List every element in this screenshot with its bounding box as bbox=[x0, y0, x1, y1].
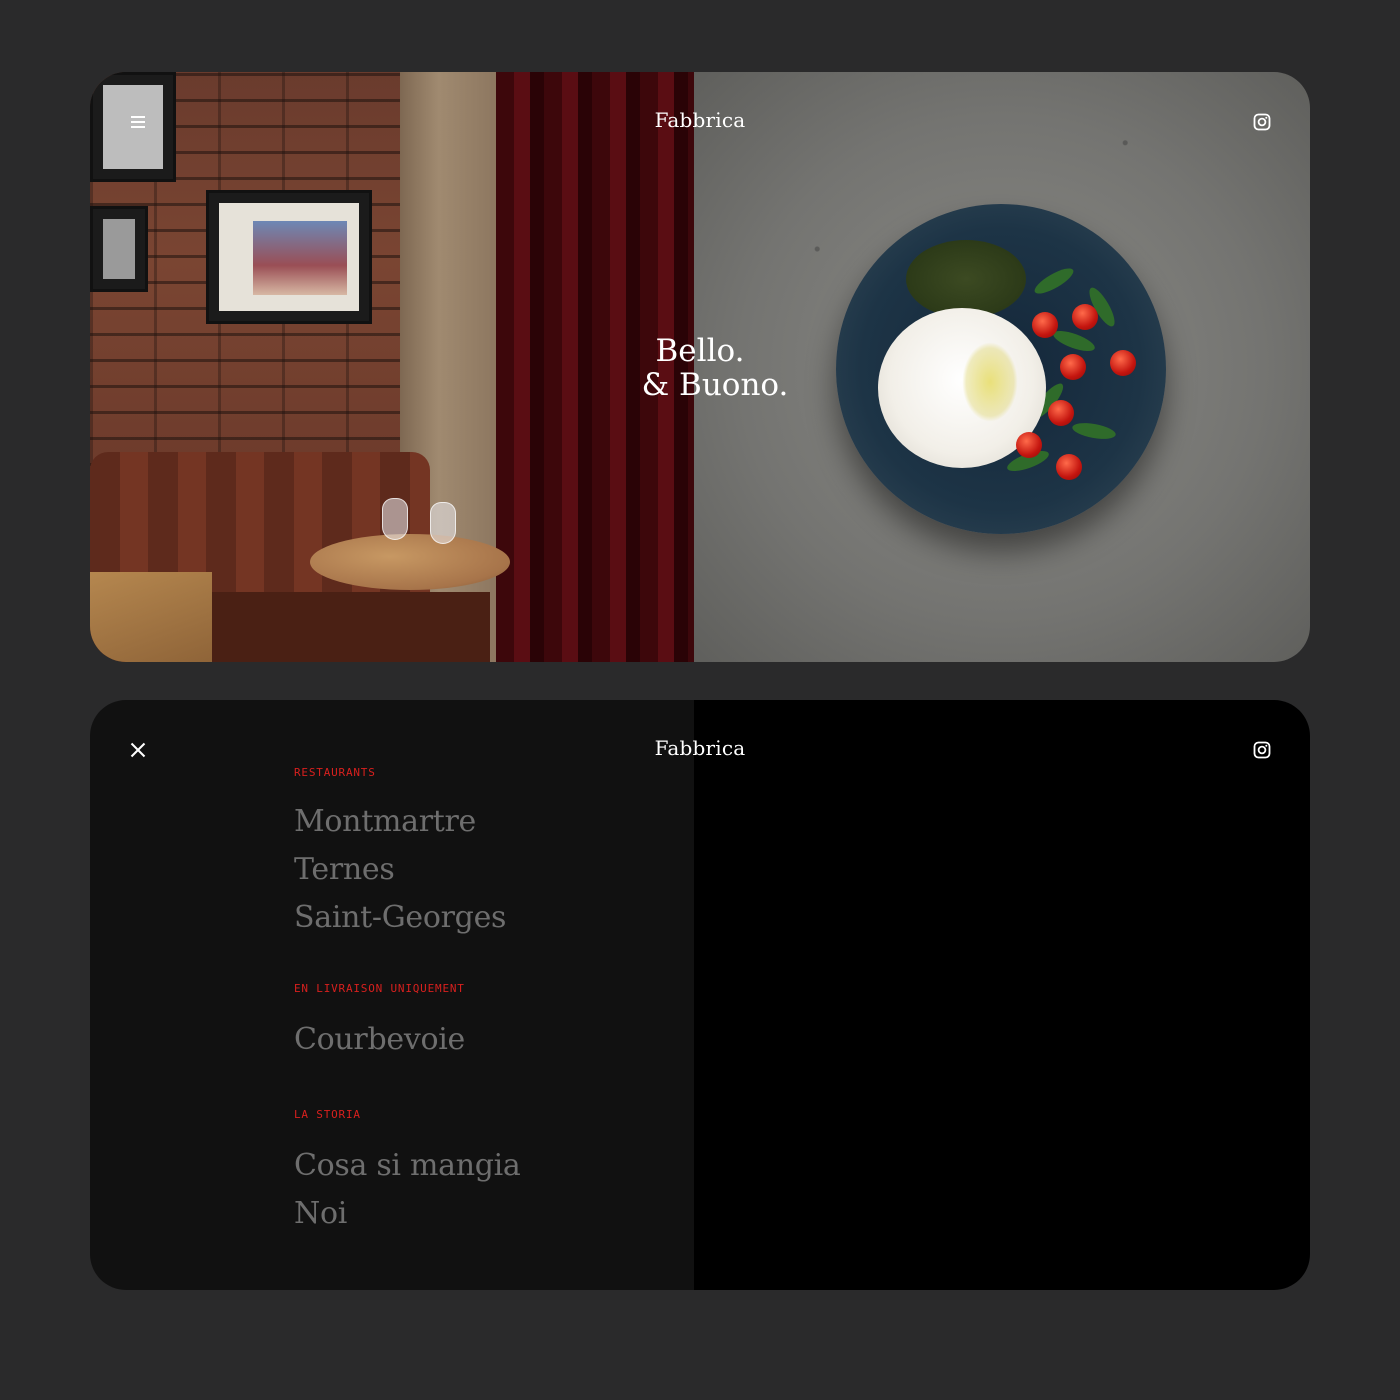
section-label: EN LIVRAISON UNIQUEMENT bbox=[294, 982, 465, 995]
menu-link-ternes[interactable]: Ternes bbox=[294, 846, 694, 894]
menu-link-courbevoie[interactable]: Courbevoie bbox=[294, 1016, 694, 1064]
brand-logo[interactable]: Fabbrica bbox=[90, 108, 1310, 132]
plate bbox=[836, 204, 1166, 534]
arugula-leaf bbox=[1071, 420, 1117, 442]
menu-preview-panel bbox=[694, 700, 1310, 1290]
cherry-tomato bbox=[1056, 454, 1082, 480]
section-label: RESTAURANTS bbox=[294, 766, 376, 779]
cherry-tomato bbox=[1110, 350, 1136, 376]
section-label: LA STORIA bbox=[294, 1108, 361, 1121]
menu-section-delivery: EN LIVRAISON UNIQUEMENT Courbevoie bbox=[294, 982, 694, 1064]
menu-panel: RESTAURANTS Montmartre Ternes Saint-Geor… bbox=[90, 700, 694, 1290]
hero-tagline: Bello. & Buono. bbox=[590, 334, 810, 402]
cherry-tomato bbox=[1016, 432, 1042, 458]
navigation-menu: RESTAURANTS Montmartre Ternes Saint-Geor… bbox=[294, 766, 694, 1238]
cherry-tomato bbox=[1060, 354, 1086, 380]
menu-link-noi[interactable]: Noi bbox=[294, 1190, 694, 1238]
wine-glass bbox=[430, 502, 456, 544]
wine-glass bbox=[382, 498, 408, 540]
tagline-line-1: Bello. bbox=[655, 333, 745, 369]
menu-link-cosa-si-mangia[interactable]: Cosa si mangia bbox=[294, 1142, 694, 1190]
cherry-tomato bbox=[1072, 304, 1098, 330]
hero-screen: Fabbrica Bello. & Buono. bbox=[90, 72, 1310, 662]
instagram-icon[interactable] bbox=[1252, 740, 1272, 760]
menu-link-saint-georges[interactable]: Saint-Georges bbox=[294, 894, 694, 942]
menu-link-montmartre[interactable]: Montmartre bbox=[294, 798, 694, 846]
arugula-leaf bbox=[1031, 263, 1077, 299]
instagram-icon[interactable] bbox=[1252, 112, 1272, 132]
cherry-tomato bbox=[1048, 400, 1074, 426]
menu-screen: RESTAURANTS Montmartre Ternes Saint-Geor… bbox=[90, 700, 1310, 1290]
menu-section-restaurants: RESTAURANTS Montmartre Ternes Saint-Geor… bbox=[294, 766, 694, 942]
wall-art-frame bbox=[206, 190, 372, 324]
menu-section-la-storia: LA STORIA Cosa si mangia Noi bbox=[294, 1108, 694, 1238]
round-table bbox=[310, 534, 510, 590]
arugula-leaf bbox=[1050, 326, 1098, 356]
tagline-line-2: & Buono. bbox=[641, 367, 789, 403]
side-table bbox=[90, 572, 212, 662]
pesto bbox=[906, 240, 1026, 318]
wall-photo-frame bbox=[90, 206, 148, 292]
cherry-tomato bbox=[1032, 312, 1058, 338]
brand-logo[interactable]: Fabbrica bbox=[90, 736, 1310, 760]
